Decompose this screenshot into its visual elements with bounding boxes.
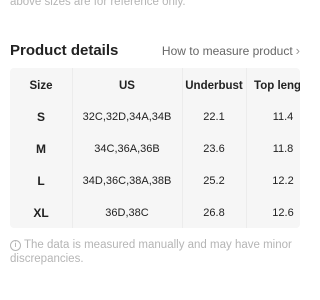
header-us: US [119, 80, 135, 92]
chevron-right-icon: › [295, 43, 300, 58]
cell-top-length: 12.2 [272, 175, 294, 187]
cell-size: XL [33, 206, 49, 220]
table-row: M 34C,36A,36B 23.6 11.8 [10, 133, 300, 165]
how-to-measure-label: How to measure product [161, 44, 293, 58]
table-row: XL 36D,38C 26.8 12.6 [10, 197, 300, 228]
cell-us: 34D,36C,38A,38B [82, 175, 172, 187]
disclaimer-text: The data is measured manually and may ha… [10, 239, 292, 265]
cell-underbust: 23.6 [203, 143, 225, 155]
cell-top-length: 11.8 [272, 143, 294, 155]
size-chart-table: Size US Underbust Top length S 32C,32D,3… [10, 68, 300, 228]
cell-us: 36D,38C [105, 207, 149, 219]
cell-underbust: 26.8 [203, 207, 225, 219]
header-size: Size [29, 80, 53, 92]
cell-size: S [36, 110, 45, 124]
cell-us: 34C,36A,36B [94, 143, 160, 155]
cell-size: M [36, 142, 46, 156]
cell-underbust: 22.1 [203, 111, 225, 123]
header-underbust: Underbust [185, 80, 243, 92]
page-title: Product details [10, 42, 119, 59]
header-top-length: Top length [254, 80, 300, 92]
table-row: S 32C,32D,34A,34B 22.1 11.4 [10, 101, 300, 133]
cell-underbust: 25.2 [203, 175, 225, 187]
table-row: L 34D,36C,38A,38B 25.2 12.2 [10, 165, 300, 197]
cell-us: 32C,32D,34A,34B [82, 111, 172, 123]
measurement-disclaimer: i The data is measured manually and may h… [10, 238, 292, 266]
product-details-page: above sizes are for reference only. Prod… [0, 0, 300, 300]
cell-size: L [37, 174, 45, 188]
info-icon: i [10, 240, 21, 251]
cell-top-length: 11.4 [272, 111, 294, 123]
reference-note: above sizes are for reference only. [10, 0, 186, 8]
table-header-row: Size US Underbust Top length [10, 70, 300, 102]
how-to-measure-link[interactable]: How to measure product › [162, 43, 300, 58]
cell-top-length: 12.6 [272, 207, 294, 219]
details-header: Product details How to measure product › [10, 40, 300, 62]
